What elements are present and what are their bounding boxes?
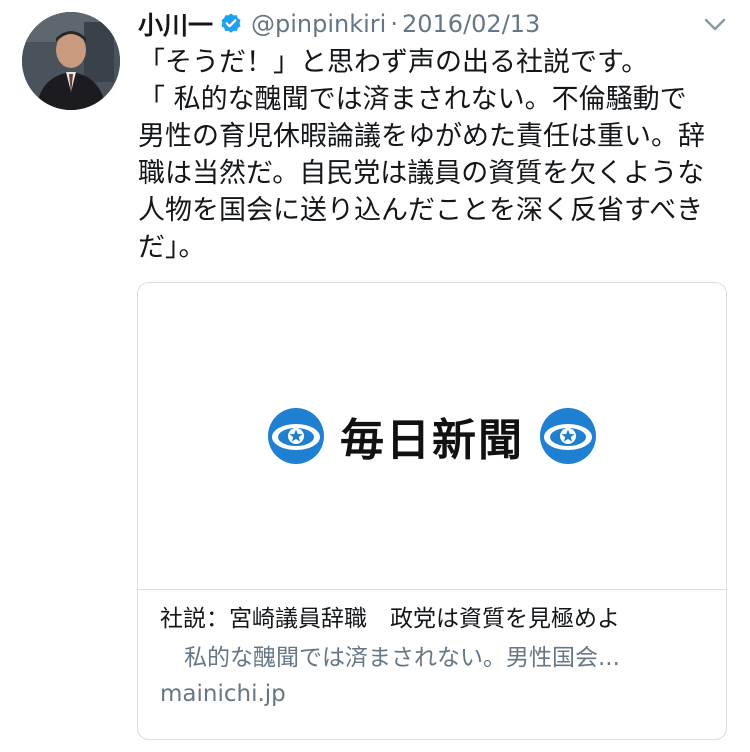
tweet-text-line: だ」。	[138, 232, 206, 263]
tweet-text: 「そうだ！」と思わず声の出る社説です。 「 私的な醜聞では済まされない。不倫騒動…	[138, 44, 738, 266]
mainichi-logo: 毎日新聞	[138, 401, 726, 471]
tweet-date[interactable]: 2016/02/13	[402, 10, 540, 38]
card-title[interactable]: 社説：宮崎議員辞職 政党は資質を見極めよ	[160, 603, 708, 635]
tweet-header: 小川一 @pinpinkiri · 2016/02/13	[138, 6, 540, 42]
person-photo-icon	[22, 12, 120, 110]
separator-dot: ·	[390, 10, 398, 38]
card-image[interactable]: 毎日新聞	[138, 283, 726, 590]
card-domain: mainichi.jp	[160, 681, 286, 707]
tweet-text-line: 「そうだ！」と思わず声の出る社説です。	[138, 47, 649, 78]
chevron-down-icon[interactable]	[702, 14, 728, 34]
verified-badge-icon	[221, 13, 241, 33]
mainichi-emblem-icon	[540, 408, 596, 464]
user-handle[interactable]: @pinpinkiri	[251, 10, 386, 38]
card-description: 私的な醜聞では済まされない。男性国会...	[184, 645, 620, 671]
card-body: 社説：宮崎議員辞職 政党は資質を見極めよ 私的な醜聞では済まされない。男性国会.…	[160, 603, 708, 710]
mainichi-emblem-icon	[268, 408, 324, 464]
tweet-text-line: 男性の育児休暇論議をゆがめた責任は重い。辞	[138, 121, 705, 152]
tweet-text-line: 職は当然だ。自民党は議員の資質を欠くような	[138, 158, 705, 189]
display-name[interactable]: 小川一	[138, 6, 213, 42]
link-preview-card[interactable]: 毎日新聞 社説：宮崎議員辞職 政党は資質を見極めよ 私的な醜聞では済まされない。…	[137, 282, 727, 740]
avatar[interactable]	[22, 12, 120, 110]
mainichi-logo-text: 毎日新聞	[340, 415, 524, 466]
tweet-text-line: 「 私的な醜聞では済まされない。不倫騒動で	[138, 84, 687, 115]
tweet-text-line: 人物を国会に送り込んだことを深く反省すべき	[138, 195, 704, 226]
